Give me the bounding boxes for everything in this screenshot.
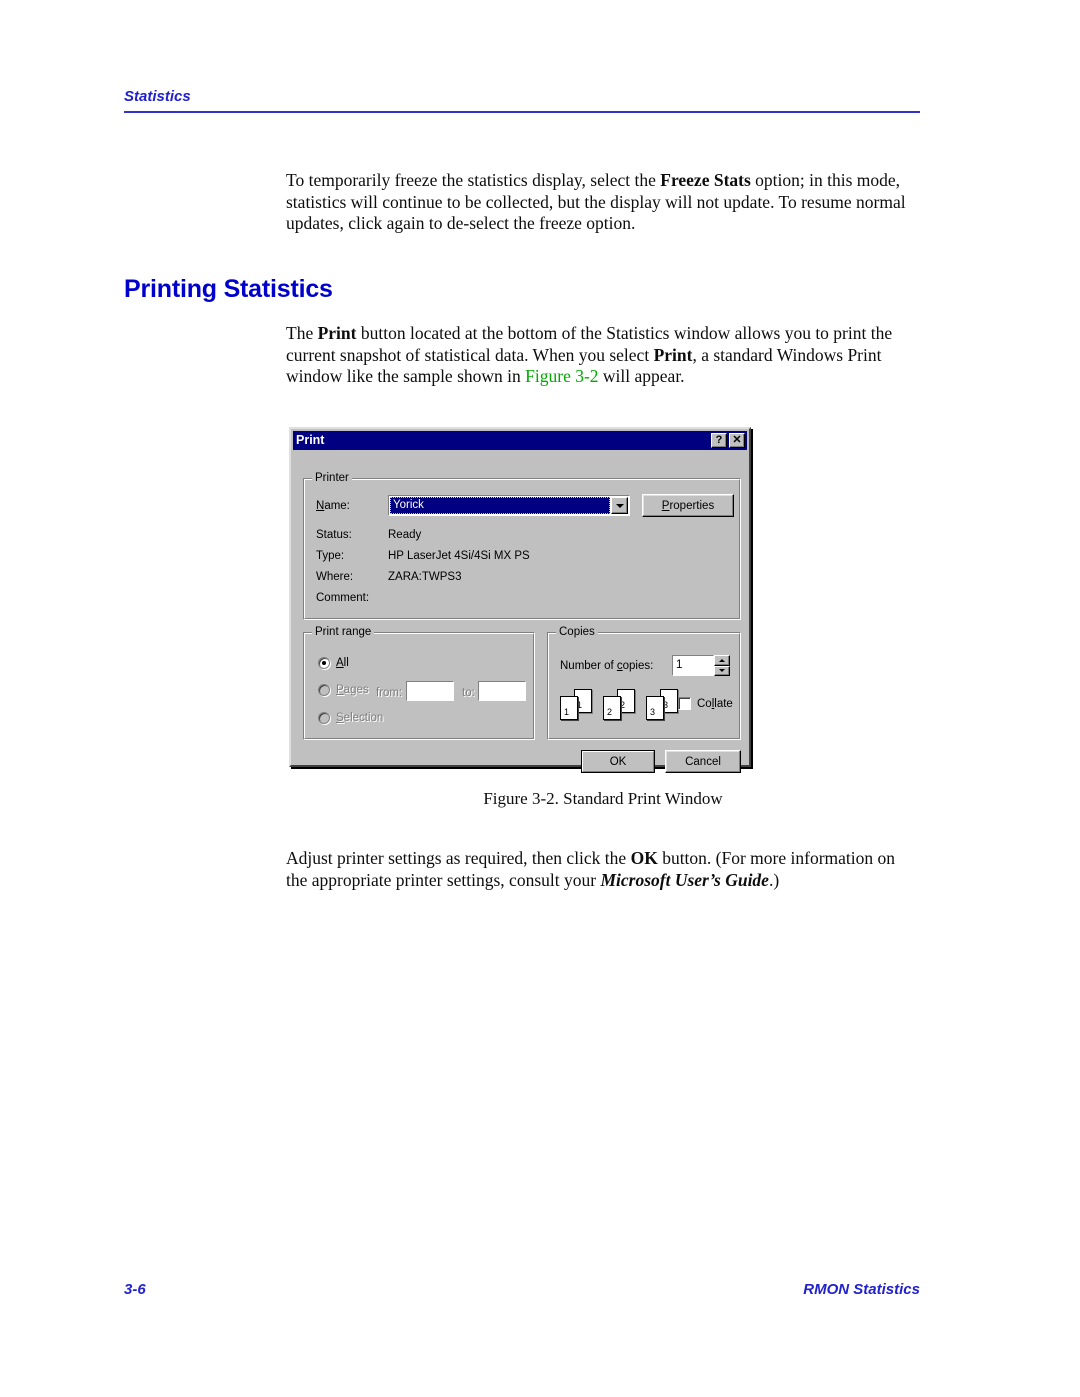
print-bold-1: Print: [317, 323, 357, 343]
dialog-body: Printer Name: Yorick Properties Status: …: [291, 450, 749, 773]
collate-label: Collate: [697, 697, 733, 710]
printer-name-value[interactable]: Yorick: [390, 497, 610, 514]
chevron-down-icon[interactable]: [611, 497, 628, 514]
running-header-text: Statistics: [124, 88, 191, 105]
ok-bold: OK: [630, 848, 658, 868]
printer-where-label: Where:: [316, 571, 354, 583]
pages-from-input[interactable]: [406, 681, 454, 701]
ok-button-label: OK: [609, 755, 627, 768]
copies-groupbox: Copies Number of copies: 1 1 1 2 2 3 3 C…: [547, 626, 741, 740]
pages-from-label: from:: [376, 687, 403, 699]
collate-page-icon-2: 2 2: [603, 689, 637, 721]
paragraph-text-segment: The: [286, 323, 318, 343]
collate-checkbox-row[interactable]: Collate: [678, 697, 733, 710]
dialog-title: Print: [296, 433, 325, 447]
printer-group-legend: Printer: [312, 472, 352, 484]
radio-selection[interactable]: Selection: [318, 712, 383, 724]
microsoft-users-guide-title: Microsoft User’s Guide: [600, 869, 769, 890]
printer-status-label: Status:: [316, 529, 352, 541]
page-number: 3-6: [124, 1281, 146, 1298]
footer-document-title: RMON Statistics: [803, 1281, 920, 1298]
page-number-front: 2: [607, 707, 613, 717]
dialog-titlebar: Print ? ✕: [293, 431, 747, 450]
number-of-copies-label: Number of copies:: [560, 660, 654, 672]
printer-name-combo[interactable]: Yorick: [388, 495, 630, 516]
ok-button[interactable]: OK: [581, 750, 655, 773]
stepper-down-icon[interactable]: [714, 665, 730, 676]
paragraph-text-segment: Adjust printer settings as required, the…: [286, 848, 631, 868]
header-divider: [124, 111, 920, 113]
collate-checkbox[interactable]: [678, 697, 691, 710]
print-bold-2: Print: [653, 344, 693, 365]
figure-3-2-link[interactable]: Figure 3-2: [525, 366, 598, 386]
paragraph-text-segment: .): [768, 869, 780, 890]
printer-type-value: HP LaserJet 4Si/4Si MX PS: [388, 550, 530, 562]
close-icon[interactable]: ✕: [729, 433, 745, 448]
radio-selection-label: Selection: [336, 712, 384, 724]
print-range-group-legend: Print range: [312, 626, 375, 638]
printer-name-label-rest: ame:: [324, 500, 350, 512]
page-number-front: 1: [564, 707, 570, 717]
radio-all[interactable]: All: [318, 657, 349, 669]
number-of-copies-stepper[interactable]: 1: [672, 655, 730, 676]
page-title: Printing Statistics: [124, 275, 333, 303]
print-button-paragraph-block: The Print button located at the bottom o…: [286, 323, 920, 388]
printer-status-value: Ready: [388, 529, 422, 541]
radio-selection-icon[interactable]: [318, 712, 330, 724]
paragraph-freeze-stats: To temporarily freeze the statistics dis…: [286, 170, 920, 235]
paragraph-text-segment: To temporarily freeze the statistics dis…: [286, 170, 661, 190]
print-range-groupbox: Print range All Pages from: to: Selectio…: [303, 626, 535, 740]
print-dialog: Print ? ✕ Printer Name: Yorick Propertie…: [289, 427, 751, 773]
properties-button[interactable]: Properties: [642, 494, 734, 517]
running-header: Statistics: [124, 88, 920, 113]
cancel-button-label: Cancel: [685, 755, 721, 768]
page-footer: 3-6 RMON Statistics: [124, 1281, 920, 1298]
printer-name-label: Name:: [316, 500, 350, 512]
copies-group-legend: Copies: [556, 626, 598, 638]
pages-to-input[interactable]: [478, 681, 526, 701]
collate-preview-icons: 1 1 2 2 3 3: [560, 689, 680, 721]
page-sheet-front-icon: 2: [603, 696, 621, 720]
page-sheet-front-icon: 3: [646, 696, 664, 720]
pages-to-label: to:: [462, 687, 475, 699]
paragraph-text-segment: will appear.: [598, 366, 685, 386]
radio-all-label: All: [336, 657, 349, 669]
page-number-front: 3: [650, 707, 656, 717]
stepper-buttons[interactable]: [714, 655, 730, 676]
collate-page-icon-3: 3 3: [646, 689, 680, 721]
help-icon[interactable]: ?: [711, 433, 727, 448]
radio-pages-label: Pages: [336, 684, 369, 696]
printer-type-label: Type:: [316, 550, 345, 562]
paragraph-adjust-settings: Adjust printer settings as required, the…: [286, 848, 920, 891]
figure-caption: Figure 3-2. Standard Print Window: [483, 789, 723, 808]
properties-button-label-rest: roperties: [669, 499, 715, 512]
radio-pages[interactable]: Pages: [318, 684, 369, 696]
cancel-button[interactable]: Cancel: [665, 750, 741, 773]
paragraph-print-button: The Print button located at the bottom o…: [286, 323, 920, 388]
freeze-stats-bold: Freeze Stats: [660, 170, 751, 190]
page-sheet-front-icon: 1: [560, 696, 578, 720]
collate-page-icon-1: 1 1: [560, 689, 594, 721]
stepper-up-icon[interactable]: [714, 655, 730, 666]
printer-groupbox: Printer Name: Yorick Properties Status: …: [303, 472, 741, 620]
intro-paragraph-block: To temporarily freeze the statistics dis…: [286, 170, 920, 235]
radio-pages-icon[interactable]: [318, 684, 330, 696]
printer-where-value: ZARA:TWPS3: [388, 571, 462, 583]
radio-all-icon[interactable]: [318, 657, 330, 669]
printer-comment-label: Comment:: [316, 592, 370, 604]
number-of-copies-value[interactable]: 1: [672, 655, 714, 676]
adjust-settings-paragraph-block: Adjust printer settings as required, the…: [286, 848, 920, 891]
